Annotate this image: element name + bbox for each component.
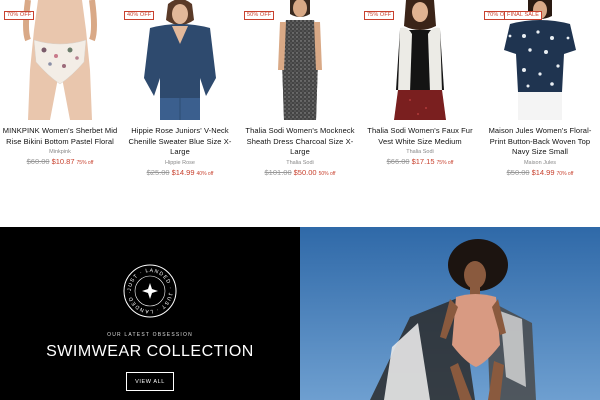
product-info: Thalia Sodi Women's Mockneck Sheath Dres… bbox=[242, 126, 358, 179]
product-title[interactable]: Thalia Sodi Women's Faux Fur Vest White … bbox=[362, 126, 478, 147]
discount-badge: 40% OFF bbox=[124, 11, 155, 20]
product-title[interactable]: MINKPINK Women's Sherbet Mid Rise Bikini… bbox=[2, 126, 118, 147]
promo-heading: SWIMWEAR COLLECTION bbox=[46, 343, 254, 360]
product-brand: Hippie Rose bbox=[165, 159, 195, 166]
discount-badge: 50% OFF bbox=[244, 11, 275, 20]
swimwear-model-image[interactable] bbox=[300, 227, 600, 400]
original-price: $66.00 bbox=[386, 157, 410, 166]
product-prices: $66.00 $17.15 75% off bbox=[362, 157, 478, 168]
product-title[interactable]: Hippie Rose Juniors' V-Neck Chenille Swe… bbox=[122, 126, 238, 158]
original-price: $60.00 bbox=[26, 157, 50, 166]
sale-price: $10.87 bbox=[51, 157, 75, 166]
product-title[interactable]: Maison Jules Women's Floral-Print Button… bbox=[482, 126, 598, 158]
original-price: $50.00 bbox=[506, 167, 530, 177]
original-price: $101.00 bbox=[264, 167, 292, 177]
discount-percent: 75% off bbox=[76, 160, 94, 166]
product-brand: Thalia Sodi bbox=[406, 149, 434, 155]
sale-price: $17.15 bbox=[411, 157, 435, 166]
just-landed-seal: JUST · LANDED · JUST · LANDED · bbox=[122, 263, 178, 319]
promo-panel: JUST · LANDED · JUST · LANDED · OUR LATE… bbox=[0, 227, 300, 400]
original-price: $25.00 bbox=[146, 167, 170, 177]
product-card[interactable]: 75% OFF Thalia Sodi Women's Faux Fur Ves… bbox=[360, 0, 480, 226]
product-info: Thalia Sodi Women's Faux Fur Vest White … bbox=[362, 126, 478, 168]
product-card[interactable]: 70% OFF MINKPINK Women's Sherbet Mid Ris… bbox=[0, 0, 120, 226]
product-card[interactable]: 70% OFF FINAL SALE Maison Jules Women's … bbox=[480, 0, 600, 226]
discount-percent: 75% off bbox=[436, 160, 454, 166]
product-grid: 70% OFF MINKPINK Women's Sherbet Mid Ris… bbox=[0, 0, 600, 226]
product-card[interactable]: 40% OFF Hippie Rose Juniors' V-Neck Chen… bbox=[120, 0, 240, 226]
sparkle-icon bbox=[142, 283, 158, 299]
discount-badge: 70% OFF bbox=[4, 11, 35, 20]
product-prices: $101.00 $50.00 50% off bbox=[242, 168, 358, 179]
product-info: Maison Jules Women's Floral-Print Button… bbox=[482, 126, 598, 179]
product-prices: $60.00 $10.87 75% off bbox=[2, 157, 118, 168]
product-prices: $25.00 $14.99 40% off bbox=[122, 168, 238, 179]
sale-price: $50.00 bbox=[293, 167, 317, 177]
product-brand: Maison Jules bbox=[523, 159, 557, 166]
swimwear-promo-banner: JUST · LANDED · JUST · LANDED · OUR LATE… bbox=[0, 227, 600, 400]
product-info: Hippie Rose Juniors' V-Neck Chenille Swe… bbox=[122, 126, 238, 179]
discount-percent: 70% off bbox=[556, 170, 574, 177]
promo-eyebrow: OUR LATEST OBSESSION bbox=[107, 332, 193, 338]
product-title[interactable]: Thalia Sodi Women's Mockneck Sheath Dres… bbox=[242, 126, 358, 158]
sale-price: $14.99 bbox=[531, 167, 555, 177]
product-info: MINKPINK Women's Sherbet Mid Rise Bikini… bbox=[2, 126, 118, 168]
discount-badge: 75% OFF bbox=[364, 11, 395, 20]
view-all-button[interactable]: VIEW ALL bbox=[126, 372, 174, 391]
discount-percent: 40% off bbox=[196, 170, 214, 177]
discount-percent: 50% off bbox=[318, 170, 336, 177]
product-prices: $50.00 $14.99 70% off bbox=[482, 168, 598, 179]
product-brand: Minkpink bbox=[49, 149, 71, 155]
final-sale-badge: FINAL SALE bbox=[504, 11, 542, 20]
product-brand: Thalia Sodi bbox=[286, 159, 314, 166]
product-card[interactable]: 50% OFF Thalia Sodi Women's Mockneck She… bbox=[240, 0, 360, 226]
sale-price: $14.99 bbox=[171, 167, 195, 177]
